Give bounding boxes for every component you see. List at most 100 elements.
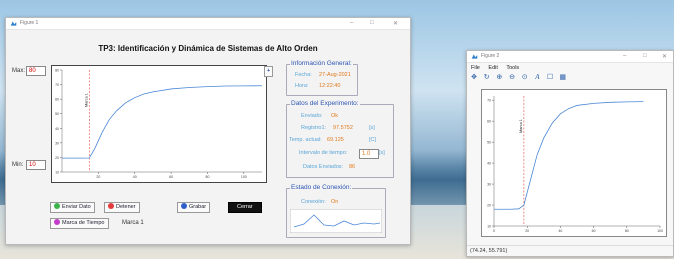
x-tick-label: 60 [169,175,173,179]
menu-tools[interactable]: Tools [506,65,519,71]
temp-value: 69.125 [327,137,344,143]
marca-tiempo-button[interactable]: Marca de Tiempo [50,218,109,229]
close-icon[interactable]: ✕ [662,53,667,60]
y-tick-label: 10 [55,171,59,175]
registro-unit: [s] [369,125,375,131]
figure2-titlebar[interactable]: Figure 2 – □ ✕ [467,51,673,63]
maximize-icon[interactable]: □ [643,53,647,59]
figure1-title: Figure 1 [20,20,39,26]
intervalo-label: Intervalo de tiempo: [299,150,348,156]
connection-signal-chart [290,209,382,233]
y-tick-label: 40 [55,127,59,131]
y-tick-label: 60 [55,98,59,102]
figure2-plot[interactable]: 10 20 30 40 50 60 70 0 20 40 60 80 100 Marca 1 [481,89,667,237]
enviado-value: Ok [331,113,339,119]
max-label: Max: [12,68,26,74]
matlab-logo-icon [10,21,17,26]
close-icon[interactable]: ✕ [393,20,398,27]
y-tick-label: 30 [487,183,491,187]
hora-value: 12:22:40 [319,83,341,89]
hora-label: Hora: [295,83,309,89]
record-icon [181,203,187,209]
cursor-coordinates: (74.24, 55.791) [467,245,673,256]
x-tick-label: 100 [241,175,247,179]
marca-tiempo-label: Marca de Tiempo [62,220,105,226]
maximize-icon[interactable]: □ [370,20,374,26]
grid-icon[interactable]: ▦ [559,74,567,82]
y-tick-label: 70 [55,83,59,87]
series-line [494,101,644,210]
info-general-panel: Información General: Fecha: 27-Aug-2021 … [286,60,358,96]
registro-label: Registro1: [301,125,327,131]
rectangle-icon[interactable]: ☐ [546,74,554,82]
registro-value: 97.5752 [333,125,353,131]
y-tick-label: 40 [487,162,491,166]
figure2-window: Figure 2 – □ ✕ File Edit Tools ✥ ↻ ⊕ ⊖ ⊙… [466,50,674,257]
temperature-chart: 10 20 30 40 50 60 70 80 20 40 60 80 100 Marca 1 [55,69,263,179]
menu-file[interactable]: File [471,65,480,71]
figure2-toolbar: ✥ ↻ ⊕ ⊖ ⊙ A ☐ ▦ [470,73,570,82]
rotate-icon[interactable]: ↻ [483,74,491,82]
temp-unit: [C] [369,137,377,143]
x-tick-label: 40 [133,175,137,179]
x-tick-label: 20 [525,229,529,233]
conexion-value: On [331,199,339,205]
marca-text: Marca 1 [122,220,144,226]
matlab-logo-icon [471,54,478,59]
menu-edit[interactable]: Edit [488,65,497,71]
y-tick-label: 50 [55,112,59,116]
x-tick-label: 60 [592,229,596,233]
text-icon[interactable]: A [533,73,541,81]
timestamp-icon [54,219,60,225]
y-tick-label: 60 [487,120,491,124]
x-tick-label: 80 [625,229,629,233]
y-tick-label: 30 [55,141,59,145]
y-tick-label: 20 [487,204,491,208]
y-tick-label: 10 [487,225,491,229]
grabar-label: Grabar [189,204,207,210]
intervalo-input[interactable]: 1.0 [359,149,379,159]
conexion-label: Conexión: [301,199,326,205]
x-tick-label: 20 [96,175,100,179]
figure1-window: Figure 1 – □ ✕ TP3: Identificación y Din… [5,17,411,245]
x-tick-label: 80 [206,175,210,179]
zoom-in-icon[interactable]: ⊕ [495,74,503,82]
y-tick-label: 70 [487,99,491,103]
datos-value: 86 [349,164,356,170]
figure2-chart: 10 20 30 40 50 60 70 0 20 40 60 80 100 Marca 1 [487,96,663,233]
minimize-icon[interactable]: – [350,20,353,26]
enviado-label: Enviado: [301,113,323,119]
temperature-plot[interactable]: 10 20 30 40 50 60 70 80 20 40 60 80 100 Marca 1 [51,65,267,183]
enviar-dato-button[interactable]: Enviar Dato [50,202,95,213]
figure1-titlebar[interactable]: Figure 1 – □ ✕ [6,18,410,30]
add-plot-button[interactable]: + [264,66,274,77]
time-marker-label: Marca 1 [519,119,523,133]
fecha-label: Fecha: [295,72,312,78]
zoom-reset-icon[interactable]: ⊙ [521,74,529,82]
minimize-icon[interactable]: – [623,53,626,59]
fecha-value: 27-Aug-2021 [319,72,351,78]
connection-panel: Estado de Conexión: Conexión: On [286,184,386,238]
min-input[interactable]: 10 [26,160,46,170]
datos-label: Datos Enviados: [303,164,344,170]
x-tick-label: 100 [657,229,663,233]
grabar-button[interactable]: Grabar [177,202,211,213]
experiment-title: Datos del Experimento: [290,100,360,107]
y-tick-label: 50 [487,141,491,145]
page-title: TP3: Identificación y Dinámica de Sistem… [98,44,318,53]
detener-button[interactable]: Detener [104,202,140,213]
cerrar-button[interactable]: Cerrar [228,202,262,213]
x-tick-label: 0 [493,229,495,233]
intervalo-unit: [s] [379,150,385,156]
pan-icon[interactable]: ✥ [470,74,478,82]
temp-label: Temp. actual: [289,137,322,143]
min-label: Min: [12,162,24,168]
detener-label: Detener [116,204,136,210]
figure2-title: Figure 2 [481,53,500,59]
experiment-panel: Datos del Experimento: Enviado: Ok Regis… [286,100,394,178]
zoom-out-icon[interactable]: ⊖ [508,74,516,82]
series-line [62,85,263,159]
connection-title: Estado de Conexión: [290,184,353,191]
max-input[interactable]: 80 [26,66,46,76]
x-tick-label: 40 [558,229,562,233]
